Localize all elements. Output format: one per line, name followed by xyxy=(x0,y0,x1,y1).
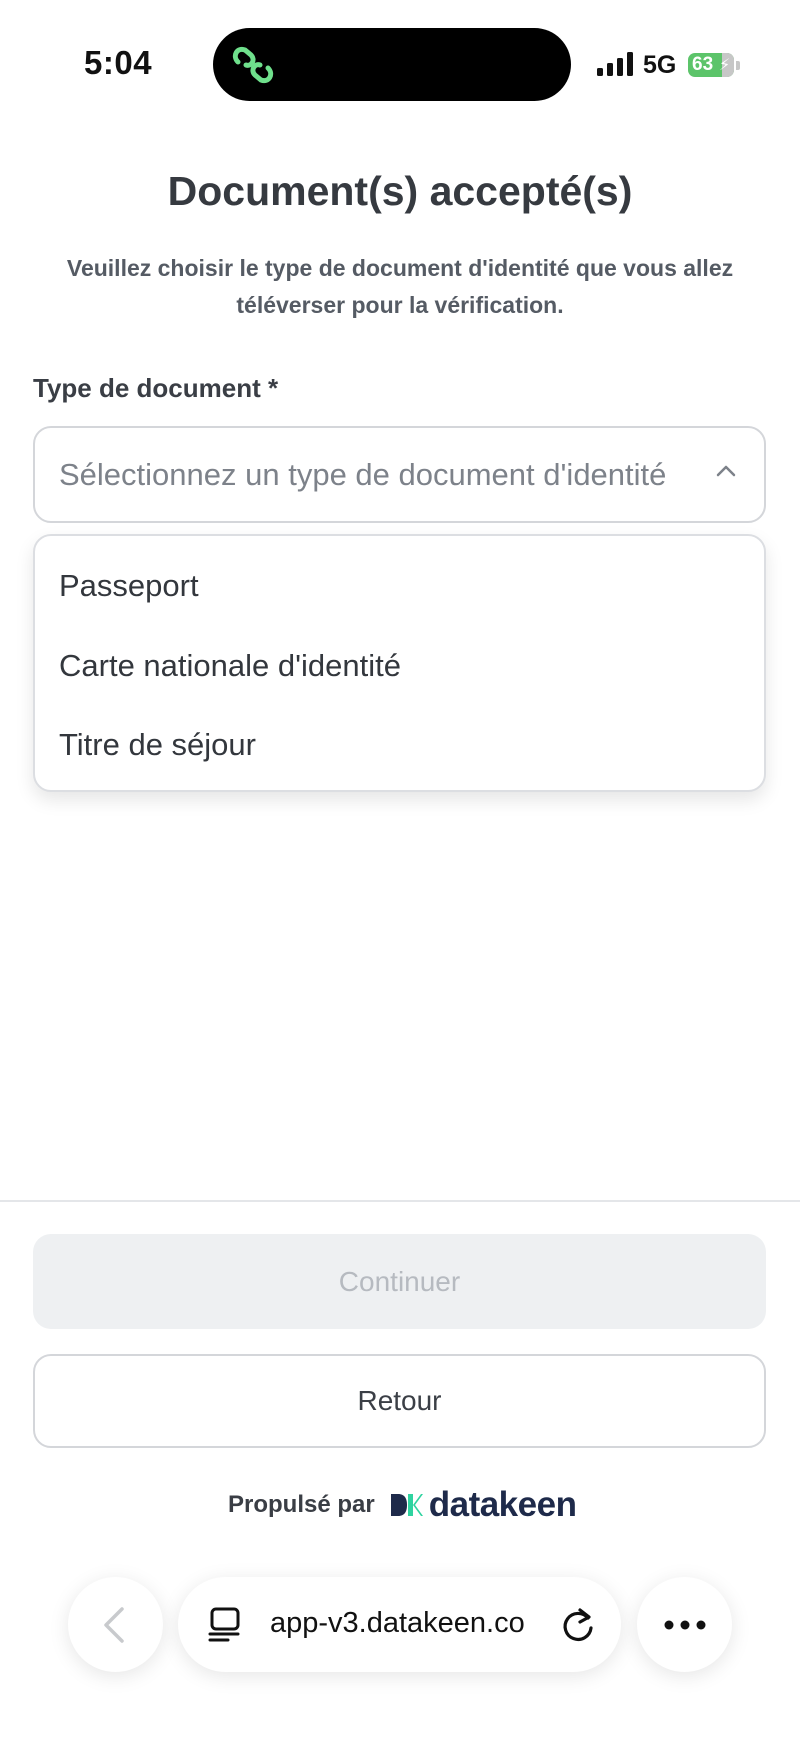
url-text: app-v3.datakeen.co xyxy=(270,1607,525,1639)
browser-back-button[interactable] xyxy=(68,1577,163,1672)
continue-button[interactable]: Continuer xyxy=(33,1234,766,1329)
option-passeport[interactable]: Passeport xyxy=(59,568,199,604)
dynamic-island xyxy=(213,28,571,101)
charging-bolt-icon: ⚡ xyxy=(719,57,731,74)
document-type-dropdown: Passeport Carte nationale d'identité Tit… xyxy=(33,534,766,792)
powered-by-text: Propulsé par xyxy=(228,1491,375,1518)
back-button[interactable]: Retour xyxy=(33,1354,766,1448)
select-placeholder: Sélectionnez un type de document d'ident… xyxy=(59,457,667,492)
address-bar[interactable]: app-v3.datakeen.co xyxy=(178,1577,621,1672)
network-type: 5G xyxy=(643,51,677,79)
signal-icon xyxy=(597,52,633,76)
footer-divider xyxy=(0,1200,800,1202)
page-subtitle: Veuillez choisir le type de document d'i… xyxy=(66,255,734,318)
brand-name: datakeen xyxy=(428,1485,577,1524)
document-type-label: Type de document * xyxy=(33,373,279,403)
chevron-up-icon xyxy=(716,465,736,477)
more-dots-icon xyxy=(664,1620,706,1630)
option-titre-de-sejour[interactable]: Titre de séjour xyxy=(59,727,256,763)
document-type-select[interactable]: Sélectionnez un type de document d'ident… xyxy=(33,426,766,523)
status-time: 5:04 xyxy=(84,44,153,81)
battery-nub xyxy=(736,61,740,70)
more-options-button[interactable] xyxy=(637,1577,732,1672)
chevron-left-icon xyxy=(104,1607,124,1643)
link-icon xyxy=(232,46,274,84)
page-menu-icon xyxy=(208,1607,240,1642)
powered-by: Propulsé par datakeen xyxy=(228,1480,577,1530)
battery-level: 63 xyxy=(692,54,714,75)
datakeen-logo-icon xyxy=(390,1494,423,1516)
battery-icon: 63 ⚡ xyxy=(688,53,734,77)
reload-icon[interactable] xyxy=(560,1606,596,1644)
page-title: Document(s) accepté(s) xyxy=(167,168,633,214)
option-carte-nationale[interactable]: Carte nationale d'identité xyxy=(59,648,401,684)
